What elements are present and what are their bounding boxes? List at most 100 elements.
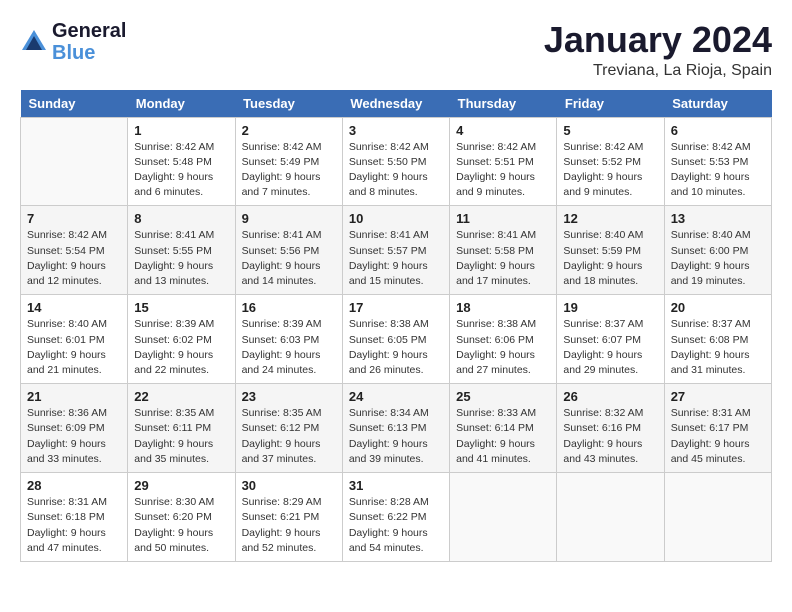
calendar-cell: 23 Sunrise: 8:35 AMSunset: 6:12 PMDayligh… [235, 384, 342, 473]
calendar-cell: 5 Sunrise: 8:42 AMSunset: 5:52 PMDaylight… [557, 117, 664, 206]
day-number: 14 [27, 300, 121, 315]
calendar-cell: 16 Sunrise: 8:39 AMSunset: 6:03 PMDayligh… [235, 295, 342, 384]
day-info: Sunrise: 8:42 AMSunset: 5:54 PMDaylight:… [27, 228, 121, 289]
day-number: 13 [671, 211, 765, 226]
calendar-cell: 10 Sunrise: 8:41 AMSunset: 5:57 PMDayligh… [342, 206, 449, 295]
day-info: Sunrise: 8:42 AMSunset: 5:53 PMDaylight:… [671, 140, 765, 201]
day-number: 16 [242, 300, 336, 315]
day-info: Sunrise: 8:39 AMSunset: 6:02 PMDaylight:… [134, 317, 228, 378]
calendar-cell: 22 Sunrise: 8:35 AMSunset: 6:11 PMDayligh… [128, 384, 235, 473]
day-number: 28 [27, 478, 121, 493]
calendar-cell: 18Sunrise: 8:38 AMSunset: 6:06 PMDayligh… [450, 295, 557, 384]
logo-text: General Blue [52, 20, 126, 64]
calendar-cell: 20 Sunrise: 8:37 AMSunset: 6:08 PMDayligh… [664, 295, 771, 384]
calendar-cell: 24 Sunrise: 8:34 AMSunset: 6:13 PMDayligh… [342, 384, 449, 473]
weekday-header-wednesday: Wednesday [342, 90, 449, 118]
day-number: 20 [671, 300, 765, 315]
day-info: Sunrise: 8:35 AMSunset: 6:12 PMDaylight:… [242, 406, 336, 467]
day-info: Sunrise: 8:42 AMSunset: 5:52 PMDaylight:… [563, 140, 657, 201]
calendar-week-row: 14Sunrise: 8:40 AMSunset: 6:01 PMDayligh… [21, 295, 772, 384]
weekday-header-friday: Friday [557, 90, 664, 118]
day-number: 11 [456, 211, 550, 226]
calendar-week-row: 7 Sunrise: 8:42 AMSunset: 5:54 PMDaylight… [21, 206, 772, 295]
calendar-cell: 3Sunrise: 8:42 AMSunset: 5:50 PMDaylight… [342, 117, 449, 206]
day-number: 21 [27, 389, 121, 404]
logo: General Blue [20, 20, 126, 64]
calendar-cell: 6 Sunrise: 8:42 AMSunset: 5:53 PMDaylight… [664, 117, 771, 206]
day-info: Sunrise: 8:41 AMSunset: 5:58 PMDaylight:… [456, 228, 550, 289]
day-info: Sunrise: 8:42 AMSunset: 5:49 PMDaylight:… [242, 140, 336, 201]
calendar-cell: 28 Sunrise: 8:31 AMSunset: 6:18 PMDayligh… [21, 473, 128, 562]
day-number: 17 [349, 300, 443, 315]
day-number: 4 [456, 123, 550, 138]
day-number: 10 [349, 211, 443, 226]
weekday-header-sunday: Sunday [21, 90, 128, 118]
day-number: 31 [349, 478, 443, 493]
calendar-week-row: 28 Sunrise: 8:31 AMSunset: 6:18 PMDayligh… [21, 473, 772, 562]
day-number: 3 [349, 123, 443, 138]
calendar-cell: 21 Sunrise: 8:36 AMSunset: 6:09 PMDayligh… [21, 384, 128, 473]
day-number: 30 [242, 478, 336, 493]
calendar-cell [557, 473, 664, 562]
day-number: 15 [134, 300, 228, 315]
calendar-cell: 7 Sunrise: 8:42 AMSunset: 5:54 PMDaylight… [21, 206, 128, 295]
day-number: 1 [134, 123, 228, 138]
calendar-cell: 25 Sunrise: 8:33 AMSunset: 6:14 PMDayligh… [450, 384, 557, 473]
day-info: Sunrise: 8:38 AMSunset: 6:05 PMDaylight:… [349, 317, 443, 378]
day-info: Sunrise: 8:34 AMSunset: 6:13 PMDaylight:… [349, 406, 443, 467]
weekday-header-monday: Monday [128, 90, 235, 118]
day-number: 18 [456, 300, 550, 315]
day-info: Sunrise: 8:32 AMSunset: 6:16 PMDaylight:… [563, 406, 657, 467]
calendar-cell: 15 Sunrise: 8:39 AMSunset: 6:02 PMDayligh… [128, 295, 235, 384]
day-number: 5 [563, 123, 657, 138]
day-number: 9 [242, 211, 336, 226]
calendar-cell: 4 Sunrise: 8:42 AMSunset: 5:51 PMDaylight… [450, 117, 557, 206]
calendar-cell: 30 Sunrise: 8:29 AMSunset: 6:21 PMDayligh… [235, 473, 342, 562]
day-number: 23 [242, 389, 336, 404]
day-number: 2 [242, 123, 336, 138]
day-info: Sunrise: 8:42 AMSunset: 5:48 PMDaylight:… [134, 140, 228, 201]
day-number: 7 [27, 211, 121, 226]
day-info: Sunrise: 8:37 AMSunset: 6:07 PMDaylight:… [563, 317, 657, 378]
calendar-cell: 8Sunrise: 8:41 AMSunset: 5:55 PMDaylight… [128, 206, 235, 295]
day-info: Sunrise: 8:31 AMSunset: 6:17 PMDaylight:… [671, 406, 765, 467]
calendar-week-row: 1 Sunrise: 8:42 AMSunset: 5:48 PMDaylight… [21, 117, 772, 206]
day-number: 24 [349, 389, 443, 404]
weekday-header-thursday: Thursday [450, 90, 557, 118]
calendar-cell: 9 Sunrise: 8:41 AMSunset: 5:56 PMDaylight… [235, 206, 342, 295]
day-info: Sunrise: 8:40 AMSunset: 6:00 PMDaylight:… [671, 228, 765, 289]
weekday-header-row: SundayMondayTuesdayWednesdayThursdayFrid… [21, 90, 772, 118]
calendar-cell: 11 Sunrise: 8:41 AMSunset: 5:58 PMDayligh… [450, 206, 557, 295]
day-info: Sunrise: 8:31 AMSunset: 6:18 PMDaylight:… [27, 495, 121, 556]
calendar-cell [450, 473, 557, 562]
day-info: Sunrise: 8:37 AMSunset: 6:08 PMDaylight:… [671, 317, 765, 378]
calendar-cell: 31 Sunrise: 8:28 AMSunset: 6:22 PMDayligh… [342, 473, 449, 562]
calendar-cell [21, 117, 128, 206]
day-info: Sunrise: 8:41 AMSunset: 5:57 PMDaylight:… [349, 228, 443, 289]
day-info: Sunrise: 8:40 AMSunset: 5:59 PMDaylight:… [563, 228, 657, 289]
day-number: 26 [563, 389, 657, 404]
calendar-cell: 27Sunrise: 8:31 AMSunset: 6:17 PMDayligh… [664, 384, 771, 473]
day-info: Sunrise: 8:30 AMSunset: 6:20 PMDaylight:… [134, 495, 228, 556]
day-info: Sunrise: 8:33 AMSunset: 6:14 PMDaylight:… [456, 406, 550, 467]
day-info: Sunrise: 8:28 AMSunset: 6:22 PMDaylight:… [349, 495, 443, 556]
calendar-cell: 12 Sunrise: 8:40 AMSunset: 5:59 PMDayligh… [557, 206, 664, 295]
month-title: January 2024 [544, 20, 772, 60]
logo-icon [20, 28, 48, 56]
calendar-cell: 29Sunrise: 8:30 AMSunset: 6:20 PMDayligh… [128, 473, 235, 562]
weekday-header-tuesday: Tuesday [235, 90, 342, 118]
day-info: Sunrise: 8:41 AMSunset: 5:56 PMDaylight:… [242, 228, 336, 289]
day-info: Sunrise: 8:39 AMSunset: 6:03 PMDaylight:… [242, 317, 336, 378]
day-number: 6 [671, 123, 765, 138]
location: Treviana, La Rioja, Spain [544, 62, 772, 80]
day-info: Sunrise: 8:42 AMSunset: 5:51 PMDaylight:… [456, 140, 550, 201]
day-number: 25 [456, 389, 550, 404]
calendar-cell: 2 Sunrise: 8:42 AMSunset: 5:49 PMDaylight… [235, 117, 342, 206]
day-number: 12 [563, 211, 657, 226]
calendar-week-row: 21 Sunrise: 8:36 AMSunset: 6:09 PMDayligh… [21, 384, 772, 473]
day-info: Sunrise: 8:35 AMSunset: 6:11 PMDaylight:… [134, 406, 228, 467]
day-info: Sunrise: 8:36 AMSunset: 6:09 PMDaylight:… [27, 406, 121, 467]
day-info: Sunrise: 8:29 AMSunset: 6:21 PMDaylight:… [242, 495, 336, 556]
calendar-cell: 13 Sunrise: 8:40 AMSunset: 6:00 PMDayligh… [664, 206, 771, 295]
day-number: 22 [134, 389, 228, 404]
